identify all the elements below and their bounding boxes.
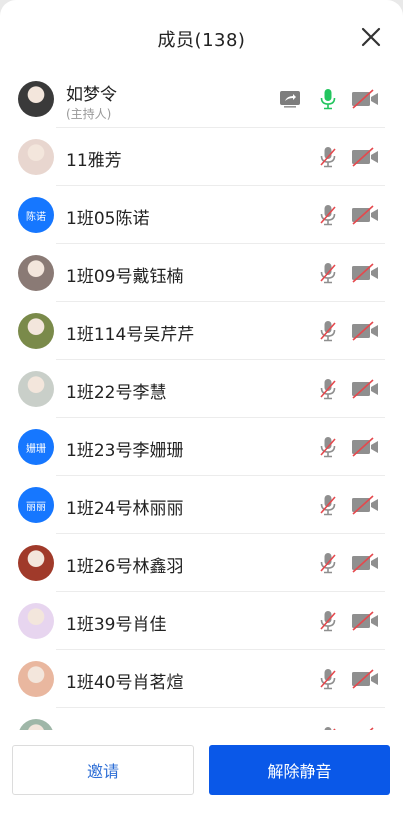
member-controls	[305, 320, 379, 342]
member-controls	[305, 262, 379, 284]
unmute-all-button[interactable]: 解除静音	[209, 745, 390, 795]
member-avatar	[18, 661, 54, 697]
footer-bar: 邀请 解除静音	[0, 731, 403, 836]
member-row[interactable]: 姗珊 1班23号李姗珊	[0, 418, 403, 476]
camera-off-icon[interactable]	[351, 552, 379, 574]
panel-header: 成员(138)	[0, 0, 403, 72]
member-row[interactable]: 1班26号林鑫羽	[0, 534, 403, 592]
member-name: 1班39号肖佳	[66, 615, 167, 635]
member-name: 1班24号林丽丽	[66, 499, 184, 519]
member-name: 1班05陈诺	[66, 209, 150, 229]
member-controls	[305, 726, 379, 730]
invite-button[interactable]: 邀请	[12, 745, 194, 795]
microphone-muted-icon[interactable]	[319, 378, 337, 400]
microphone-icon[interactable]	[319, 88, 337, 110]
camera-off-icon[interactable]	[351, 668, 379, 690]
close-icon[interactable]	[361, 27, 381, 47]
member-name: 1班09号戴钰楠	[66, 267, 184, 287]
member-name: 1班114号吴芹芹	[66, 325, 195, 345]
member-row[interactable]	[0, 708, 403, 730]
members-panel: 成员(138) 如梦令 (主持人) 11雅芳陈诺 1班05陈诺 1班09号戴钰楠 1班11…	[0, 0, 403, 836]
member-name: 如梦令	[66, 85, 117, 105]
member-name: 1班26号林鑫羽	[66, 557, 184, 577]
member-name: 1班22号李慧	[66, 383, 167, 403]
microphone-muted-icon[interactable]	[319, 610, 337, 632]
microphone-muted-icon[interactable]	[319, 204, 337, 226]
microphone-muted-icon[interactable]	[319, 494, 337, 516]
member-avatar: 丽丽	[18, 487, 54, 523]
member-row[interactable]: 1班114号吴芹芹	[0, 302, 403, 360]
member-avatar	[18, 719, 54, 730]
avatar-initials: 姗珊	[26, 443, 46, 455]
member-row[interactable]: 陈诺 1班05陈诺	[0, 186, 403, 244]
camera-off-icon[interactable]	[351, 146, 379, 168]
member-avatar	[18, 545, 54, 581]
member-avatar	[18, 603, 54, 639]
microphone-muted-icon[interactable]	[319, 552, 337, 574]
camera-off-icon[interactable]	[351, 262, 379, 284]
member-controls	[305, 204, 379, 226]
member-name: 1班23号李姗珊	[66, 441, 184, 461]
member-controls	[265, 88, 379, 110]
member-controls	[305, 436, 379, 458]
member-controls	[305, 494, 379, 516]
microphone-muted-icon[interactable]	[319, 668, 337, 690]
member-avatar	[18, 81, 54, 117]
member-name: 1班40号肖茗煊	[66, 673, 184, 693]
member-controls	[305, 146, 379, 168]
camera-off-icon[interactable]	[351, 204, 379, 226]
member-avatar: 姗珊	[18, 429, 54, 465]
avatar-initials: 丽丽	[26, 501, 46, 513]
member-avatar	[18, 255, 54, 291]
member-row[interactable]: 丽丽 1班24号林丽丽	[0, 476, 403, 534]
member-controls	[305, 552, 379, 574]
member-controls	[305, 378, 379, 400]
member-avatar	[18, 139, 54, 175]
member-list[interactable]: 如梦令 (主持人) 11雅芳陈诺 1班05陈诺 1班09号戴钰楠 1班114号吴芹芹 1班2…	[0, 70, 403, 730]
panel-title: 成员(138)	[157, 30, 246, 51]
member-controls	[305, 610, 379, 632]
member-avatar	[18, 371, 54, 407]
member-name: 11雅芳	[66, 151, 122, 171]
member-row[interactable]: 1班09号戴钰楠	[0, 244, 403, 302]
member-avatar: 陈诺	[18, 197, 54, 233]
camera-off-icon[interactable]	[351, 320, 379, 342]
member-row[interactable]: 11雅芳	[0, 128, 403, 186]
microphone-muted-icon[interactable]	[319, 262, 337, 284]
microphone-muted-icon[interactable]	[319, 726, 337, 730]
camera-off-icon[interactable]	[351, 610, 379, 632]
host-role-label: (主持人)	[66, 107, 112, 121]
member-avatar	[18, 313, 54, 349]
member-row[interactable]: 1班22号李慧	[0, 360, 403, 418]
microphone-muted-icon[interactable]	[319, 146, 337, 168]
member-row[interactable]: 如梦令 (主持人)	[0, 70, 403, 128]
member-row[interactable]: 1班39号肖佳	[0, 592, 403, 650]
camera-off-icon[interactable]	[351, 436, 379, 458]
member-controls	[305, 668, 379, 690]
microphone-muted-icon[interactable]	[319, 436, 337, 458]
microphone-muted-icon[interactable]	[319, 320, 337, 342]
screen-share-icon[interactable]	[279, 88, 301, 110]
camera-off-icon[interactable]	[351, 726, 379, 730]
camera-off-icon[interactable]	[351, 494, 379, 516]
camera-off-icon[interactable]	[351, 88, 379, 110]
avatar-initials: 陈诺	[26, 211, 46, 223]
camera-off-icon[interactable]	[351, 378, 379, 400]
member-row[interactable]: 1班40号肖茗煊	[0, 650, 403, 708]
